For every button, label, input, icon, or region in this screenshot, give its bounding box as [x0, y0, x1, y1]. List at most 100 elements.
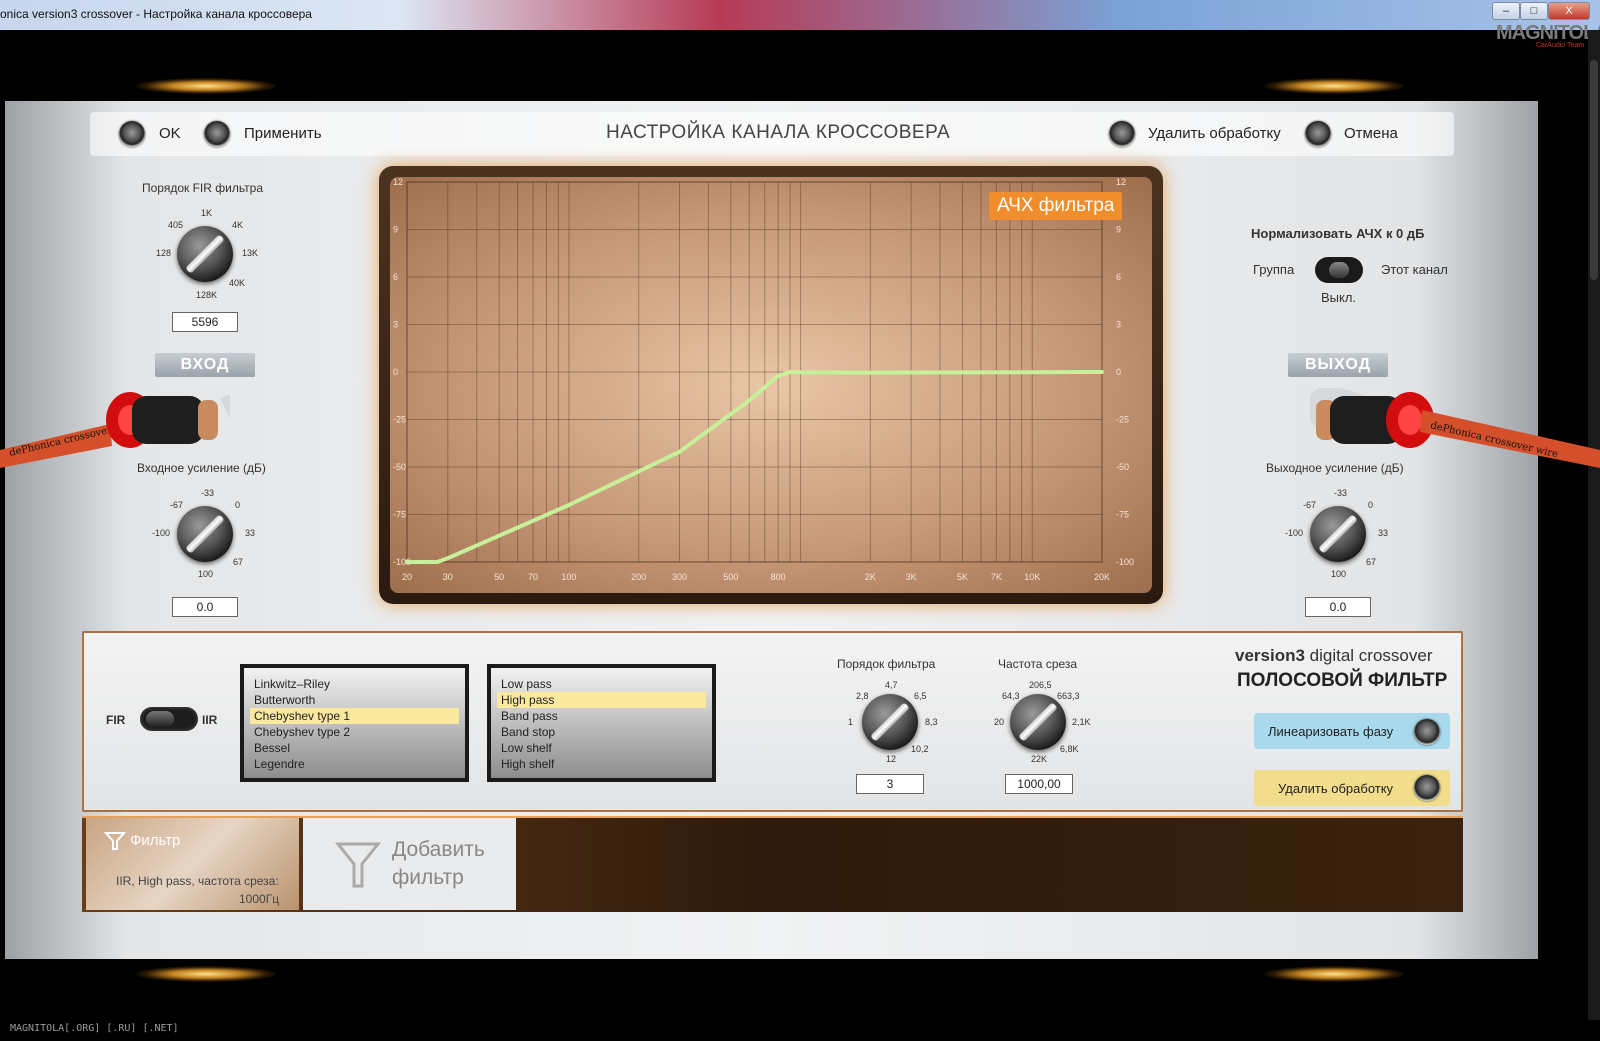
x-tick-label: 200 [631, 572, 646, 582]
knob-scale-label: 8,3 [925, 717, 938, 727]
filter-order-knob[interactable] [862, 694, 918, 750]
knob-scale-label: 4,7 [885, 680, 898, 690]
x-tick-label: 300 [672, 572, 687, 582]
knob-scale-label: 128K [196, 290, 218, 300]
list-item[interactable]: Butterworth [250, 692, 459, 708]
y-tick-label-right: -50 [1116, 462, 1129, 472]
cancel-label: Отмена [1344, 125, 1398, 142]
x-tick-label: 500 [723, 572, 738, 582]
fir-order-value[interactable]: 5596 [172, 312, 238, 332]
knob-scale-label: 64,3 [1002, 691, 1020, 701]
page-title: НАСТРОЙКА КАНАЛА КРОССОВЕРА [606, 122, 951, 143]
list-item[interactable]: Band pass [497, 708, 706, 724]
x-tick-label: 20K [1094, 572, 1110, 582]
knob-scale-label: 22K [1031, 754, 1048, 764]
response-point [789, 371, 791, 373]
fir-iir-toggle-knob [146, 711, 174, 727]
list-item[interactable]: Legendre [250, 756, 459, 772]
output-gain-value[interactable]: 0.0 [1305, 597, 1371, 617]
brand-product: digital crossover [1304, 646, 1433, 665]
knob-scale-label: 2,1K [1072, 717, 1091, 727]
normalize-label: Нормализовать АЧХ к 0 дБ [1251, 226, 1425, 241]
normalize-group-label: Группа [1253, 262, 1295, 277]
normalize-toggle[interactable] [1315, 257, 1363, 283]
cancel-button[interactable] [1305, 121, 1331, 147]
filter-type-list[interactable]: Linkwitz–Riley Butterworth Chebyshev typ… [240, 664, 469, 782]
add-filter-button[interactable]: Добавить фильтр [303, 818, 516, 910]
cutoff-frequency-knob[interactable] [1010, 694, 1066, 750]
remove-filter-indicator[interactable] [1414, 775, 1440, 801]
knob-scale-label: 40K [229, 278, 246, 288]
knob-scale-label: 1K [201, 208, 213, 218]
normalize-channel-label: Этот канал [1381, 262, 1448, 277]
input-gain-label: Входное усиление (дБ) [137, 461, 266, 475]
y-tick-label-right: -25 [1116, 415, 1129, 425]
y-tick-label-right: 3 [1116, 320, 1121, 330]
x-tick-label: 100 [561, 572, 576, 582]
knob-scale-label: -67 [170, 500, 184, 510]
knob-scale-label: 12 [886, 754, 897, 764]
y-tick-label-right: 9 [1116, 225, 1121, 235]
knob-scale-label: 67 [1366, 557, 1377, 567]
glow-decoration [1264, 966, 1404, 982]
output-gain-label: Выходное усиление (дБ) [1266, 461, 1404, 475]
remove-processing-label: Удалить обработку [1148, 125, 1281, 142]
ok-label: OK [159, 125, 181, 142]
response-chart: 129630-25-50-75-100129630-25-50-75-10020… [393, 177, 1134, 582]
knob-scale-label: 128 [156, 248, 172, 258]
response-point [568, 504, 570, 506]
cutoff-frequency-label: Частота среза [998, 657, 1078, 671]
output-gain-knob[interactable] [1310, 506, 1366, 562]
knob-scale-label: 0 [235, 500, 241, 510]
filter-kind-list[interactable]: Low pass High pass Band pass Band stop L… [487, 664, 716, 782]
normalize-state: Выкл. [1321, 290, 1357, 305]
list-item-selected[interactable]: Chebyshev type 1 [250, 708, 459, 724]
y-tick-label: -25 [393, 415, 406, 425]
fir-order-knob[interactable] [177, 226, 233, 282]
linearize-phase-indicator[interactable] [1414, 719, 1440, 745]
list-item[interactable]: Low pass [497, 676, 706, 692]
filter-order-value[interactable]: 3 [856, 774, 924, 794]
knob-scale-label: -100 [1285, 528, 1304, 538]
frequency-response-graph: 12 9 6 3 0 -25 -50 -75 -100 12 9 6 3 0 -25 -50 -75 -100 20… [390, 177, 1152, 593]
filter-card-frequency: 1000Гц [239, 892, 280, 906]
filter-card-title: Фильтр [130, 832, 181, 849]
list-item[interactable]: Low shelf [497, 740, 706, 756]
knob-scale-label: 206,5 [1029, 680, 1052, 690]
list-item[interactable]: Linkwitz–Riley [250, 676, 459, 692]
input-gain-value[interactable]: 0.0 [172, 597, 238, 617]
close-button[interactable]: X [1548, 2, 1590, 20]
y-tick-label-right: -75 [1116, 510, 1129, 520]
funnel-icon [335, 842, 381, 888]
cutoff-frequency-value[interactable]: 1000,00 [1005, 774, 1073, 794]
knob-scale-label: 20 [994, 717, 1005, 727]
knob-scale-label: 0 [1368, 500, 1374, 510]
list-item-selected[interactable]: High pass [497, 692, 706, 708]
response-point [1031, 371, 1034, 373]
knob-scale-label: 6,5 [914, 691, 927, 701]
list-item[interactable]: High shelf [497, 756, 706, 772]
list-item[interactable]: Bessel [250, 740, 459, 756]
knob-scale-label: 100 [198, 569, 214, 579]
knob-scale-label: -67 [1303, 500, 1317, 510]
brand-line: version3 digital crossover [1235, 646, 1433, 666]
maximize-button[interactable]: □ [1520, 2, 1548, 20]
scrollbar-thumb[interactable] [1590, 60, 1598, 280]
response-point [446, 557, 449, 559]
minimize-button[interactable]: – [1492, 2, 1520, 20]
linearize-phase-label: Линеаризовать фазу [1268, 724, 1394, 739]
x-tick-label: 7K [991, 572, 1002, 582]
list-item[interactable]: Chebyshev type 2 [250, 724, 459, 740]
ok-button[interactable] [119, 121, 145, 147]
remove-processing-button[interactable] [1109, 121, 1135, 147]
list-item[interactable]: Band stop [497, 724, 706, 740]
knob-scale-label: 405 [168, 220, 184, 230]
window-title: onica version3 crossover - Настройка кан… [0, 7, 312, 21]
apply-button[interactable] [204, 121, 230, 147]
watermark-subtitle: CarAudio Team [1536, 42, 1585, 49]
knob-scale-label: 33 [1378, 528, 1389, 538]
y-tick-label: 12 [393, 177, 403, 187]
response-point [406, 561, 408, 563]
input-gain-knob[interactable] [177, 506, 233, 562]
filter-card[interactable]: Фильтр IIR, High pass, частота среза: 10… [86, 818, 299, 910]
